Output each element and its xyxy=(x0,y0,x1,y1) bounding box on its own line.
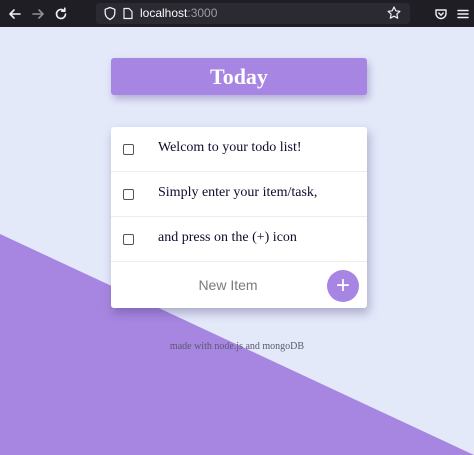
todo-item: and press on the (+) icon xyxy=(111,217,367,262)
address-bar[interactable]: localhost:3000 xyxy=(96,3,410,24)
new-item-form: + xyxy=(111,262,367,308)
todo-item: Welcom to your todo list! xyxy=(111,127,367,172)
hamburger-menu-icon[interactable] xyxy=(454,5,472,23)
shield-icon[interactable] xyxy=(103,6,117,21)
page-title: Today xyxy=(210,63,268,89)
url-port: :3000 xyxy=(187,6,218,20)
page-icon[interactable] xyxy=(122,7,134,20)
todo-item-text: and press on the (+) icon xyxy=(158,230,297,245)
pocket-icon[interactable] xyxy=(432,5,450,23)
reload-icon[interactable] xyxy=(52,5,70,23)
todo-checkbox[interactable] xyxy=(123,234,134,245)
forward-arrow-icon[interactable] xyxy=(29,5,47,23)
todo-card: Welcom to your todo list! Simply enter y… xyxy=(111,127,367,308)
heading-box: Today xyxy=(111,58,367,95)
footer-text: made with node.js and mongoDB xyxy=(169,341,305,352)
new-item-input[interactable] xyxy=(141,273,315,297)
url-text[interactable]: localhost:3000 xyxy=(140,6,217,21)
back-arrow-icon[interactable] xyxy=(6,5,24,23)
todo-item-text: Simply enter your item/task, xyxy=(158,185,318,200)
todo-checkbox[interactable] xyxy=(123,189,134,200)
url-host: localhost xyxy=(140,6,188,20)
todo-item-text: Welcom to your todo list! xyxy=(158,140,302,155)
todo-checkbox[interactable] xyxy=(123,144,134,155)
todo-item: Simply enter your item/task, xyxy=(111,172,367,217)
browser-toolbar: localhost:3000 xyxy=(0,0,474,27)
add-item-button[interactable]: + xyxy=(327,270,359,302)
star-icon[interactable] xyxy=(386,5,402,21)
